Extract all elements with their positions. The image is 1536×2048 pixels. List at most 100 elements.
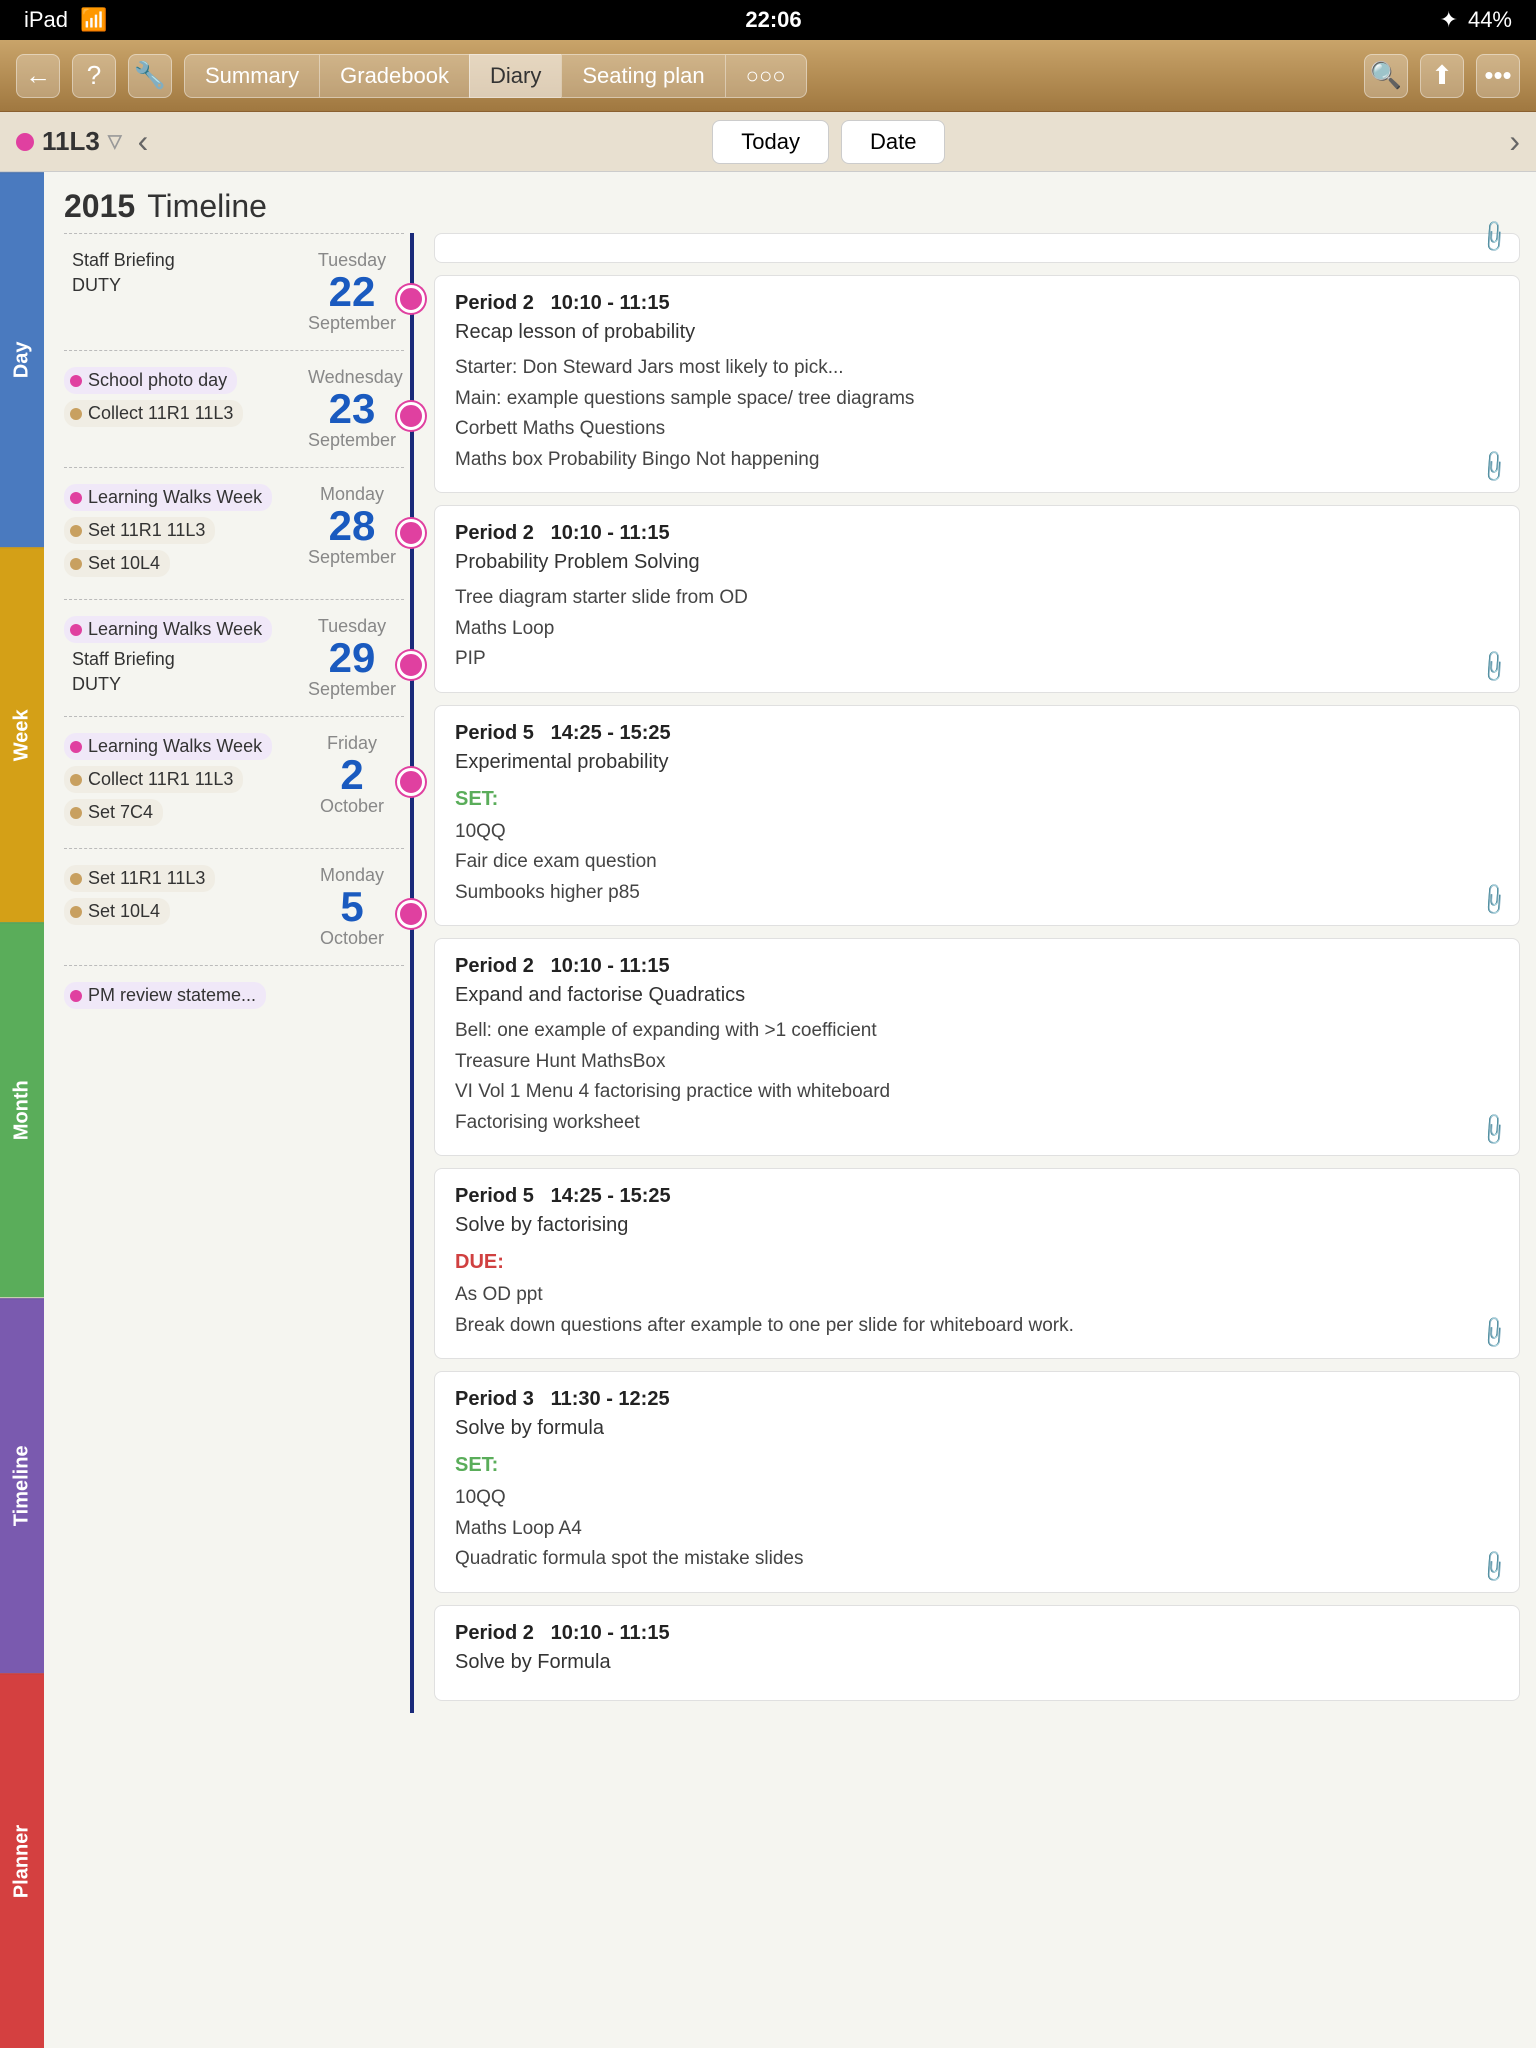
year-label: 2015 xyxy=(64,188,135,224)
event-label: DUTY xyxy=(72,275,121,296)
today-button[interactable]: Today xyxy=(712,120,829,164)
lesson-title: Expand and factorise Quadratics xyxy=(455,984,1499,1007)
date-label-pm xyxy=(304,966,400,998)
class-label: 11L3 xyxy=(42,126,100,157)
timeline-dot-sep28 xyxy=(397,519,425,547)
status-time: 22:06 xyxy=(745,7,801,33)
settings-button[interactable]: 🔧 xyxy=(128,54,172,98)
share-button[interactable]: ⬆ xyxy=(1420,54,1464,98)
prev-button[interactable]: ‹ xyxy=(138,123,149,160)
year-header: 2015 Timeline xyxy=(44,172,1536,233)
event-staff-briefing-2: Staff Briefing xyxy=(64,649,296,670)
lesson-card-partial: 📎 xyxy=(434,233,1520,263)
sidebar-item-week[interactable]: Week xyxy=(0,547,44,922)
dot-tan xyxy=(70,408,82,420)
event-staff-briefing: Staff Briefing xyxy=(64,250,296,271)
event-collect-2: Collect 11R1 11L3 xyxy=(64,766,243,793)
event-label: Set 10L4 xyxy=(88,553,160,574)
dot-tan xyxy=(70,558,82,570)
battery-label: 44% xyxy=(1468,7,1512,33)
lesson-card-sep22-1[interactable]: Period 2 10:10 - 11:15 Recap lesson of p… xyxy=(434,275,1520,493)
wifi-icon: 📶 xyxy=(80,7,107,33)
event-label: Set 10L4 xyxy=(88,901,160,922)
page-title: Timeline xyxy=(147,188,267,224)
tab-summary[interactable]: Summary xyxy=(184,54,319,98)
overflow-button[interactable]: ••• xyxy=(1476,54,1520,98)
lesson-body: SET: 10QQ Fair dice exam question Sumboo… xyxy=(455,784,1499,908)
right-col: 📎 Period 2 10:10 - 11:15 Recap lesson of… xyxy=(414,233,1536,1713)
event-collect: Collect 11R1 11L3 xyxy=(64,400,243,427)
dot-tan xyxy=(70,906,82,918)
date-section-inner-sep23: School photo day Collect 11R1 11L3 Wedne… xyxy=(44,351,404,467)
lesson-title: Solve by Formula xyxy=(455,1651,1499,1674)
ipad-label: iPad xyxy=(24,7,68,33)
sidebar-item-planner[interactable]: Planner xyxy=(0,1673,44,2048)
lesson-title: Solve by factorising xyxy=(455,1214,1499,1237)
search-button[interactable]: 🔍 xyxy=(1364,54,1408,98)
lesson-body: Tree diagram starter slide from OD Maths… xyxy=(455,584,1499,674)
filter-icon: ▽ xyxy=(108,131,122,152)
nav-bar: ← ? 🔧 Summary Gradebook Diary Seating pl… xyxy=(0,40,1536,112)
class-dot xyxy=(16,133,34,151)
help-button[interactable]: ? xyxy=(72,54,116,98)
bluetooth-icon: ✦ xyxy=(1440,7,1458,33)
due-label: DUE: xyxy=(455,1247,1499,1277)
date-label-oct2: Friday 2 October xyxy=(304,717,400,833)
event-label: DUTY xyxy=(72,674,121,695)
event-label: Staff Briefing xyxy=(72,649,175,670)
timeline-dot-oct2 xyxy=(397,768,425,796)
lesson-card-sep28-1[interactable]: Period 5 14:25 - 15:25 Experimental prob… xyxy=(434,705,1520,927)
lesson-period: Period 5 14:25 - 15:25 xyxy=(455,1185,1499,1208)
left-events-oct2: Learning Walks Week Collect 11R1 11L3 Se… xyxy=(44,717,304,848)
lesson-card-oct2-2[interactable]: Period 3 11:30 - 12:25 Solve by formula … xyxy=(434,1371,1520,1593)
dot-pink xyxy=(70,990,82,1002)
lesson-period: Period 2 10:10 - 11:15 xyxy=(455,522,1499,545)
date-section-sep28: Learning Walks Week Set 11R1 11L3 Set 10… xyxy=(44,467,404,599)
tab-diary[interactable]: Diary xyxy=(469,54,561,98)
event-label: Set 11R1 11L3 xyxy=(88,868,205,889)
date-section-inner-pm: PM review stateme... xyxy=(44,966,404,1046)
timeline-body: Staff Briefing DUTY Tuesday 22 September xyxy=(44,233,1536,1713)
tab-more[interactable]: ○○○ xyxy=(725,54,807,98)
lesson-card-oct2-1[interactable]: Period 5 14:25 - 15:25 Solve by factoris… xyxy=(434,1168,1520,1359)
left-events-sep28: Learning Walks Week Set 11R1 11L3 Set 10… xyxy=(44,468,304,599)
event-pm-review: PM review stateme... xyxy=(64,982,266,1009)
date-button[interactable]: Date xyxy=(841,120,945,164)
date-section-sep22: Staff Briefing DUTY Tuesday 22 September xyxy=(44,233,404,350)
timeline-dot-sep29 xyxy=(397,651,425,679)
date-label-sep22: Tuesday 22 September xyxy=(304,234,400,350)
tab-seating-plan[interactable]: Seating plan xyxy=(561,54,724,98)
event-label: Learning Walks Week xyxy=(88,736,262,757)
date-section-inner-oct5: Set 11R1 11L3 Set 10L4 Monday 5 October xyxy=(44,849,404,965)
left-events-pm: PM review stateme... xyxy=(44,966,304,1046)
sidebar-tabs: Day Week Month Timeline Planner xyxy=(0,172,44,2048)
event-label: Collect 11R1 11L3 xyxy=(88,769,233,790)
tab-gradebook[interactable]: Gradebook xyxy=(319,54,469,98)
event-label: PM review stateme... xyxy=(88,985,256,1006)
timeline-dot-sep22 xyxy=(397,285,425,313)
left-events-oct5: Set 11R1 11L3 Set 10L4 xyxy=(44,849,304,947)
next-button[interactable]: › xyxy=(1509,123,1520,160)
date-section-pm: PM review stateme... xyxy=(44,965,404,1046)
dot-tan xyxy=(70,807,82,819)
event-learning-walks-3: Learning Walks Week xyxy=(64,733,272,760)
sidebar-item-month[interactable]: Month xyxy=(0,922,44,1297)
sidebar-item-day[interactable]: Day xyxy=(0,172,44,547)
lesson-body: SET: 10QQ Maths Loop A4 Quadratic formul… xyxy=(455,1450,1499,1574)
status-left: iPad 📶 xyxy=(24,7,107,33)
date-label-sep23: Wednesday 23 September xyxy=(304,351,400,467)
lesson-body: DUE: As OD ppt Break down questions afte… xyxy=(455,1247,1499,1340)
lesson-period: Period 3 11:30 - 12:25 xyxy=(455,1388,1499,1411)
lesson-card-sep22-2[interactable]: Period 2 10:10 - 11:15 Probability Probl… xyxy=(434,505,1520,693)
date-section-oct2: Learning Walks Week Collect 11R1 11L3 Se… xyxy=(44,716,404,848)
lesson-card-oct5-1[interactable]: Period 2 10:10 - 11:15 Solve by Formula xyxy=(434,1605,1520,1701)
back-button[interactable]: ← xyxy=(16,54,60,98)
event-label: Staff Briefing xyxy=(72,250,175,271)
lesson-card-sep29-1[interactable]: Period 2 10:10 - 11:15 Expand and factor… xyxy=(434,938,1520,1156)
date-label-sep28: Monday 28 September xyxy=(304,468,400,584)
dot-pink xyxy=(70,492,82,504)
set-label: SET: xyxy=(455,1450,1499,1480)
sidebar-item-timeline[interactable]: Timeline xyxy=(0,1298,44,1673)
lesson-period: Period 2 10:10 - 11:15 xyxy=(455,955,1499,978)
event-set-10l4-2: Set 10L4 xyxy=(64,898,170,925)
